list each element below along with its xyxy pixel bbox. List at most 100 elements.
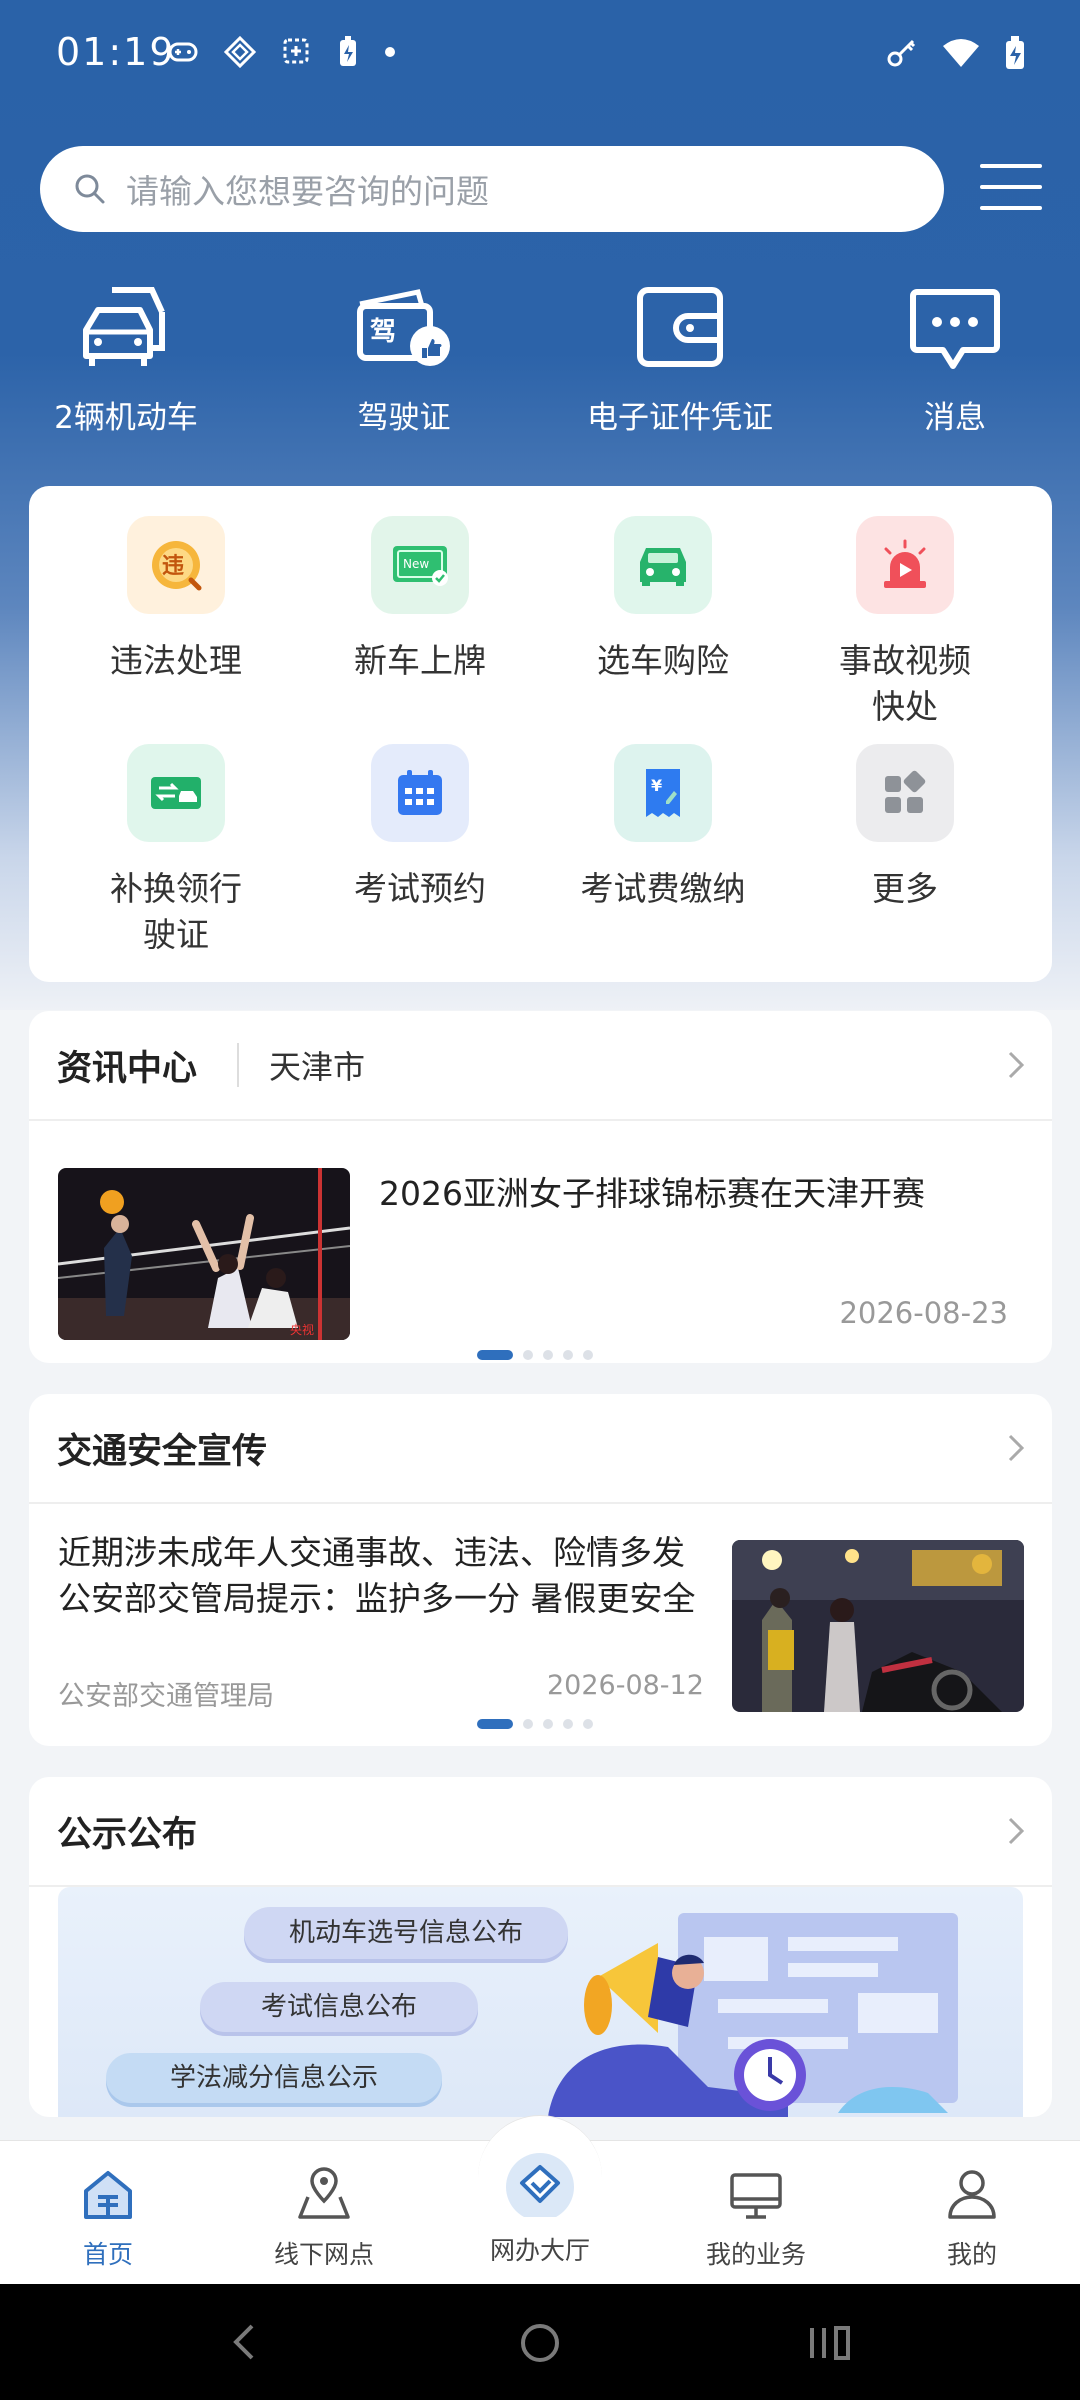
city-selector[interactable]: 天津市 xyxy=(269,1042,365,1088)
service-more[interactable]: 更多 xyxy=(784,744,1026,912)
nav-my-business[interactable]: 我的业务 xyxy=(648,2167,864,2271)
safety-source: 公安部交通管理局 xyxy=(58,1681,274,1712)
nav-online-hall[interactable]: 网办大厅 xyxy=(432,2153,648,2267)
gamepad-icon xyxy=(168,42,198,62)
menu-button[interactable] xyxy=(980,162,1044,212)
user-icon xyxy=(948,2170,996,2219)
svg-text:¥: ¥ xyxy=(651,776,662,795)
news-title: 资讯中心 xyxy=(57,1048,198,1089)
status-bar: 01:19 xyxy=(0,0,1080,110)
shortcut-license[interactable]: 驾 驾驶证 xyxy=(284,282,524,437)
service-grid: 违 违法处理 New 新车上牌 选车购险 事故视频快处 补换领行驶证 考试预约 … xyxy=(29,486,1052,982)
home-icon xyxy=(84,2171,132,2219)
search-icon xyxy=(75,174,105,204)
svg-text:New: New xyxy=(403,557,429,571)
violation-icon: 违 xyxy=(152,541,202,591)
safety-card: 交通安全宣传 近期涉未成年人交通事故、违法、险情多发 公安部交管局提示：监护多一… xyxy=(29,1394,1052,1746)
monitor-icon xyxy=(730,2173,782,2219)
service-exam-booking[interactable]: 考试预约 xyxy=(299,744,541,912)
notice-banner[interactable]: 机动车选号信息公布 考试信息公布 学法减分信息公示 xyxy=(58,1887,1023,2117)
service-label: 新车上牌 xyxy=(354,641,486,680)
notice-title: 公示公布 xyxy=(57,1814,198,1855)
news-item[interactable]: 央视 2026亚洲女子排球锦标赛在天津开赛 2026-08-23 xyxy=(29,1121,1052,1363)
news-date: 2026-08-23 xyxy=(839,1296,1008,1330)
shortcut-label: 驾驶证 xyxy=(357,400,451,436)
nav-label: 线下网点 xyxy=(273,2240,374,2269)
wallet-icon xyxy=(637,287,723,367)
search-bar[interactable]: 请输入您想要咨询的问题 xyxy=(40,146,944,232)
shortcut-e-certificate[interactable]: 电子证件凭证 xyxy=(560,282,800,437)
message-icon xyxy=(910,289,1000,369)
service-label: 更多 xyxy=(872,869,938,908)
shortcut-label: 2辆机动车 xyxy=(54,400,198,436)
nav-offline-points[interactable]: 线下网点 xyxy=(216,2167,432,2271)
notice-header[interactable]: 公示公布 xyxy=(29,1777,1052,1887)
service-new-plate[interactable]: New 新车上牌 xyxy=(299,516,541,684)
safety-item[interactable]: 近期涉未成年人交通事故、违法、险情多发 公安部交管局提示：监护多一分 暑假更安全… xyxy=(29,1504,1052,1746)
key-icon xyxy=(887,39,916,67)
news-card: 资讯中心 天津市 央视 2026亚洲女子排球锦标赛在天津开赛 2026-08-2… xyxy=(29,1011,1052,1363)
safety-pager xyxy=(477,1719,593,1729)
safety-headline: 近期涉未成年人交通事故、违法、险情多发 公安部交管局提示：监护多一分 暑假更安全 xyxy=(58,1533,696,1618)
dot-icon xyxy=(385,47,395,57)
service-label: 选车购险 xyxy=(597,641,729,680)
nav-label: 首页 xyxy=(82,2240,133,2269)
chevron-right-icon[interactable] xyxy=(1006,1432,1026,1464)
map-pin-icon xyxy=(298,2167,350,2219)
shortcut-messages[interactable]: 消息 xyxy=(835,282,1075,437)
service-car-insurance[interactable]: 选车购险 xyxy=(542,516,784,684)
chevron-right-icon[interactable] xyxy=(1006,1049,1026,1081)
megaphone-illustration xyxy=(548,1913,958,2117)
battery-icon xyxy=(1006,36,1024,69)
online-hall-icon xyxy=(506,2153,574,2217)
notice-pill[interactable]: 机动车选号信息公布 xyxy=(244,1907,568,1959)
bottom-nav: 首页 线下网点 网办大厅 我的业务 我的 xyxy=(0,2115,1080,2284)
news-headline: 2026亚洲女子排球锦标赛在天津开赛 xyxy=(379,1174,925,1213)
service-label: 考试预约 xyxy=(354,869,486,908)
service-label: 违法处理 xyxy=(110,641,242,680)
status-notification-icons xyxy=(168,36,396,68)
nav-home[interactable]: 首页 xyxy=(0,2167,216,2271)
recent-apps-icon[interactable] xyxy=(808,2324,852,2362)
notice-card: 公示公布 机动车选号信息公布 考试信息公布 学法减分信息公示 xyxy=(29,1777,1052,2117)
svg-text:央视: 央视 xyxy=(290,1322,314,1337)
accident-video-icon xyxy=(884,539,926,588)
service-exam-fee[interactable]: ¥ 考试费缴纳 xyxy=(542,744,784,912)
cars-icon xyxy=(83,287,165,366)
shortcut-label: 电子证件凭证 xyxy=(587,400,773,436)
news-thumbnail: 央视 xyxy=(58,1168,350,1340)
status-time: 01:19 xyxy=(56,30,176,74)
top-shortcuts: 2辆机动车 驾 驾驶证 电子证件凭证 消息 xyxy=(0,282,1080,452)
system-nav-bar xyxy=(0,2284,1080,2400)
safety-date: 2026-08-12 xyxy=(547,1670,704,1701)
status-system-icons xyxy=(886,36,1026,70)
shortcut-vehicles[interactable]: 2辆机动车 xyxy=(6,282,246,437)
service-violation[interactable]: 违 违法处理 xyxy=(55,516,297,684)
renew-license-icon xyxy=(151,777,201,809)
nav-label: 我的 xyxy=(946,2240,997,2269)
diamond-app-icon xyxy=(224,36,256,68)
search-input[interactable]: 请输入您想要咨询的问题 xyxy=(126,165,489,213)
home-circle-icon[interactable] xyxy=(519,2322,561,2364)
shortcut-label: 消息 xyxy=(924,400,986,436)
nav-label: 我的业务 xyxy=(705,2240,806,2269)
news-header[interactable]: 资讯中心 天津市 xyxy=(29,1011,1052,1121)
safety-thumbnail xyxy=(732,1540,1024,1712)
screenshot-icon xyxy=(283,38,309,64)
wifi-icon xyxy=(943,39,979,67)
service-label: 补换领行驶证 xyxy=(110,869,242,954)
more-icon xyxy=(885,770,926,813)
notice-pill[interactable]: 学法减分信息公示 xyxy=(106,2053,442,2103)
service-renew-license[interactable]: 补换领行驶证 xyxy=(55,744,297,958)
nav-label: 网办大厅 xyxy=(489,2236,590,2265)
nav-mine[interactable]: 我的 xyxy=(864,2167,1080,2271)
notice-pill[interactable]: 考试信息公布 xyxy=(200,1982,478,2032)
service-label: 考试费缴纳 xyxy=(580,869,746,908)
safety-header[interactable]: 交通安全宣传 xyxy=(29,1394,1052,1504)
svg-text:驾: 驾 xyxy=(370,317,396,347)
service-accident-video[interactable]: 事故视频快处 xyxy=(784,516,1026,730)
back-icon[interactable] xyxy=(232,2322,256,2362)
chevron-right-icon[interactable] xyxy=(1006,1815,1026,1847)
battery-saver-icon xyxy=(340,36,356,66)
new-plate-icon: New xyxy=(393,546,448,586)
